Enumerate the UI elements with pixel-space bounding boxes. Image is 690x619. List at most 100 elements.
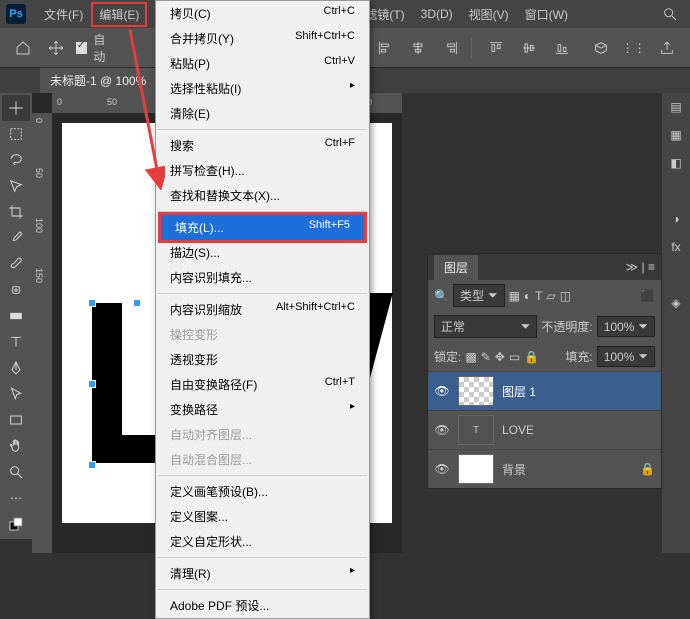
lock-artb-icon[interactable]: ▭ [509,350,520,364]
transform-handle[interactable] [88,380,96,388]
align-top-icon[interactable] [483,34,510,62]
move-tool[interactable] [2,95,30,121]
fill-input[interactable]: 100%⏷ [597,346,655,367]
lock-pos-icon[interactable]: ✥ [495,350,505,364]
menu-item[interactable]: 透视变形 [156,347,369,372]
menu-item[interactable]: 描边(S)... [156,240,369,265]
share-icon[interactable] [653,34,680,62]
search-icon[interactable]: 🔍 [434,289,449,303]
menu-item[interactable]: 定义自定形状... [156,529,369,554]
menu-edit[interactable]: 编辑(E) [91,2,147,27]
transform-handle[interactable] [88,299,96,307]
layer-row[interactable]: 👁 图层 1 [428,371,661,410]
lock-all-icon[interactable]: 🔒 [524,350,539,364]
menu-item[interactable]: 定义画笔预设(B)... [156,479,369,504]
layers-tab[interactable]: 图层 [434,255,478,280]
brush-tool[interactable] [2,251,30,277]
filter-toggle[interactable]: ⬛ [640,289,655,303]
opacity-label: 不透明度: [541,318,592,335]
menu-item[interactable]: 合并拷贝(Y)Shift+Ctrl+C [156,26,369,51]
layer-row[interactable]: 👁 T LOVE [428,410,661,449]
path-select-tool[interactable] [2,381,30,407]
lasso-tool[interactable] [2,147,30,173]
align-right-icon[interactable] [438,34,465,62]
more-tools[interactable]: ⋯ [2,485,30,511]
menu-separator [158,129,367,130]
filter-shape-icon[interactable]: ▱ [547,289,556,303]
menu-item[interactable]: 变换路径 [156,397,369,422]
move-tool-icon[interactable] [43,34,70,62]
visibility-icon[interactable]: 👁 [434,423,450,437]
align-bottom-icon[interactable] [548,34,575,62]
color-icon[interactable]: ◧ [666,153,686,173]
layers-icon[interactable]: ◈ [666,293,686,313]
search-icon[interactable] [656,0,684,28]
menu-item[interactable]: 定义图案... [156,504,369,529]
history-icon[interactable]: ▤ [666,97,686,117]
doc-tab[interactable]: 未标题-1 @ 100% [40,68,156,93]
rectangle-tool[interactable] [2,407,30,433]
layer-thumb [458,376,494,406]
menu-item[interactable]: 拼写检查(H)... [156,158,369,183]
menu-item[interactable]: 内容识别填充... [156,265,369,290]
menu-item[interactable]: 选择性粘贴(I) [156,76,369,101]
edit-menu-dropdown: 拷贝(C)Ctrl+C合并拷贝(Y)Shift+Ctrl+C粘贴(P)Ctrl+… [155,0,370,619]
styles-icon[interactable]: fx [666,237,686,257]
eyedropper-tool[interactable] [2,225,30,251]
lock-trans-icon[interactable]: ▩ [465,350,476,364]
swatches-icon[interactable]: ▦ [666,125,686,145]
quick-select-tool[interactable] [2,173,30,199]
menu-item[interactable]: 粘贴(P)Ctrl+V [156,51,369,76]
menu-item[interactable]: 拷贝(C)Ctrl+C [156,1,369,26]
transform-handle[interactable] [133,299,141,307]
crop-tool[interactable] [2,199,30,225]
type-tool[interactable] [2,329,30,355]
3d-mode-icon[interactable] [587,34,614,62]
panel-menu-icon[interactable]: ≫ | ≡ [626,260,655,274]
menu-3d[interactable]: 3D(D) [413,3,461,25]
menu-item[interactable]: 查找和替换文本(X)... [156,183,369,208]
menu-item[interactable]: Adobe PDF 预设... [156,593,369,618]
lock-paint-icon[interactable]: ✎ [481,350,491,364]
menu-file[interactable]: 文件(F) [36,2,91,27]
blend-mode-select[interactable]: 正常⏷ [434,315,537,338]
menu-item: 自动对齐图层... [156,422,369,447]
lock-label: 锁定: [434,348,461,365]
app-logo: Ps [6,4,26,24]
visibility-icon[interactable]: 👁 [434,384,450,398]
menu-window[interactable]: 窗口(W) [517,2,576,27]
menu-item[interactable]: 内容识别缩放Alt+Shift+Ctrl+C [156,297,369,322]
lock-icon: 🔒 [640,462,655,476]
visibility-icon[interactable]: 👁 [434,462,450,476]
hand-tool[interactable] [2,433,30,459]
color-swap-icon[interactable] [2,511,30,537]
spot-heal-tool[interactable] [2,277,30,303]
menu-item[interactable]: 搜索Ctrl+F [156,133,369,158]
align-left-icon[interactable] [372,34,399,62]
menu-item[interactable]: 自由变换路径(F)Ctrl+T [156,372,369,397]
menu-view[interactable]: 视图(V) [461,2,517,27]
filter-type-icon[interactable]: T [535,289,542,303]
align-vcenter-icon[interactable] [515,34,542,62]
filter-smart-icon[interactable]: ◫ [560,289,571,303]
transform-handle[interactable] [88,461,96,469]
menu-item-fill[interactable]: 填充(L)...Shift+F5 [161,215,364,240]
filter-adjust-icon[interactable]: ◐ [524,289,531,303]
filter-pixel-icon[interactable]: ▦ [509,289,520,303]
layer-row[interactable]: 👁 背景 🔒 [428,449,661,488]
adjustments-icon[interactable]: ◑ [666,209,686,229]
opacity-input[interactable]: 100%⏷ [597,316,655,337]
home-icon[interactable] [10,34,37,62]
marquee-tool[interactable] [2,121,30,147]
layer-name: LOVE [502,423,534,437]
distribute-icon[interactable]: ⋮⋮ [620,34,647,62]
align-hcenter-icon[interactable] [405,34,432,62]
gradient-tool[interactable] [2,303,30,329]
layer-name: 图层 1 [502,383,536,400]
filter-type-select[interactable]: 类型⏷ [453,284,505,307]
menu-item[interactable]: 清除(E) [156,101,369,126]
menu-item[interactable]: 清理(R) [156,561,369,586]
pen-tool[interactable] [2,355,30,381]
zoom-tool[interactable] [2,459,30,485]
auto-select-checkbox[interactable] [76,42,88,54]
